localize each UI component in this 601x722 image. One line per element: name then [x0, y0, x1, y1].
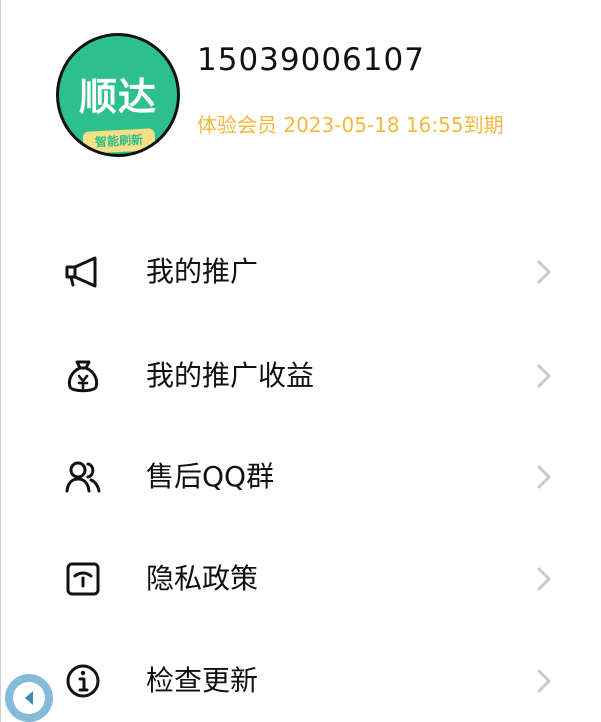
- privacy-icon: [66, 562, 100, 596]
- user-phone-number: 15039006107: [197, 42, 425, 78]
- menu-label-after-sales-qq-group: 售后QQ群: [146, 460, 275, 493]
- app-logo-title: 顺达: [78, 75, 157, 119]
- menu-item-check-update[interactable]: 检查更新: [0, 637, 601, 722]
- chevron-right-icon: [537, 465, 551, 489]
- menu-item-after-sales-qq-group[interactable]: 售后QQ群: [0, 433, 601, 521]
- chevron-right-icon: [537, 669, 551, 693]
- chevron-right-icon: [537, 567, 551, 591]
- menu-item-my-promotion[interactable]: 我的推广: [0, 228, 601, 316]
- app-logo: 顺达 智能刷新: [56, 33, 180, 157]
- chevron-right-icon: [537, 364, 551, 388]
- megaphone-icon: [65, 256, 97, 288]
- menu-label-my-promotion: 我的推广: [146, 255, 259, 288]
- menu-item-promotion-earnings[interactable]: 我的推广收益: [0, 332, 601, 420]
- membership-status: 体验会员 2023-05-18 16:55到期: [197, 113, 504, 137]
- profile-menu-page: 顺达 智能刷新 15039006107 体验会员 2023-05-18 16:5…: [0, 0, 601, 722]
- floating-back-button[interactable]: [5, 674, 53, 722]
- profile-header: 顺达 智能刷新 15039006107 体验会员 2023-05-18 16:5…: [0, 0, 601, 200]
- menu-label-promotion-earnings: 我的推广收益: [146, 359, 315, 392]
- app-logo-subtitle: 智能刷新: [82, 128, 156, 154]
- money-bag-icon: [67, 360, 99, 393]
- menu-label-check-update: 检查更新: [146, 664, 259, 697]
- app-logo-badge: 顺达 智能刷新: [59, 36, 177, 154]
- chevron-left-icon: [25, 691, 33, 705]
- menu-label-privacy-policy: 隐私政策: [146, 562, 259, 595]
- chevron-right-icon: [537, 260, 551, 284]
- menu-item-privacy-policy[interactable]: 隐私政策: [0, 535, 601, 623]
- info-icon: [66, 664, 100, 698]
- floating-back-button-inner: [13, 682, 45, 714]
- users-icon: [65, 461, 101, 493]
